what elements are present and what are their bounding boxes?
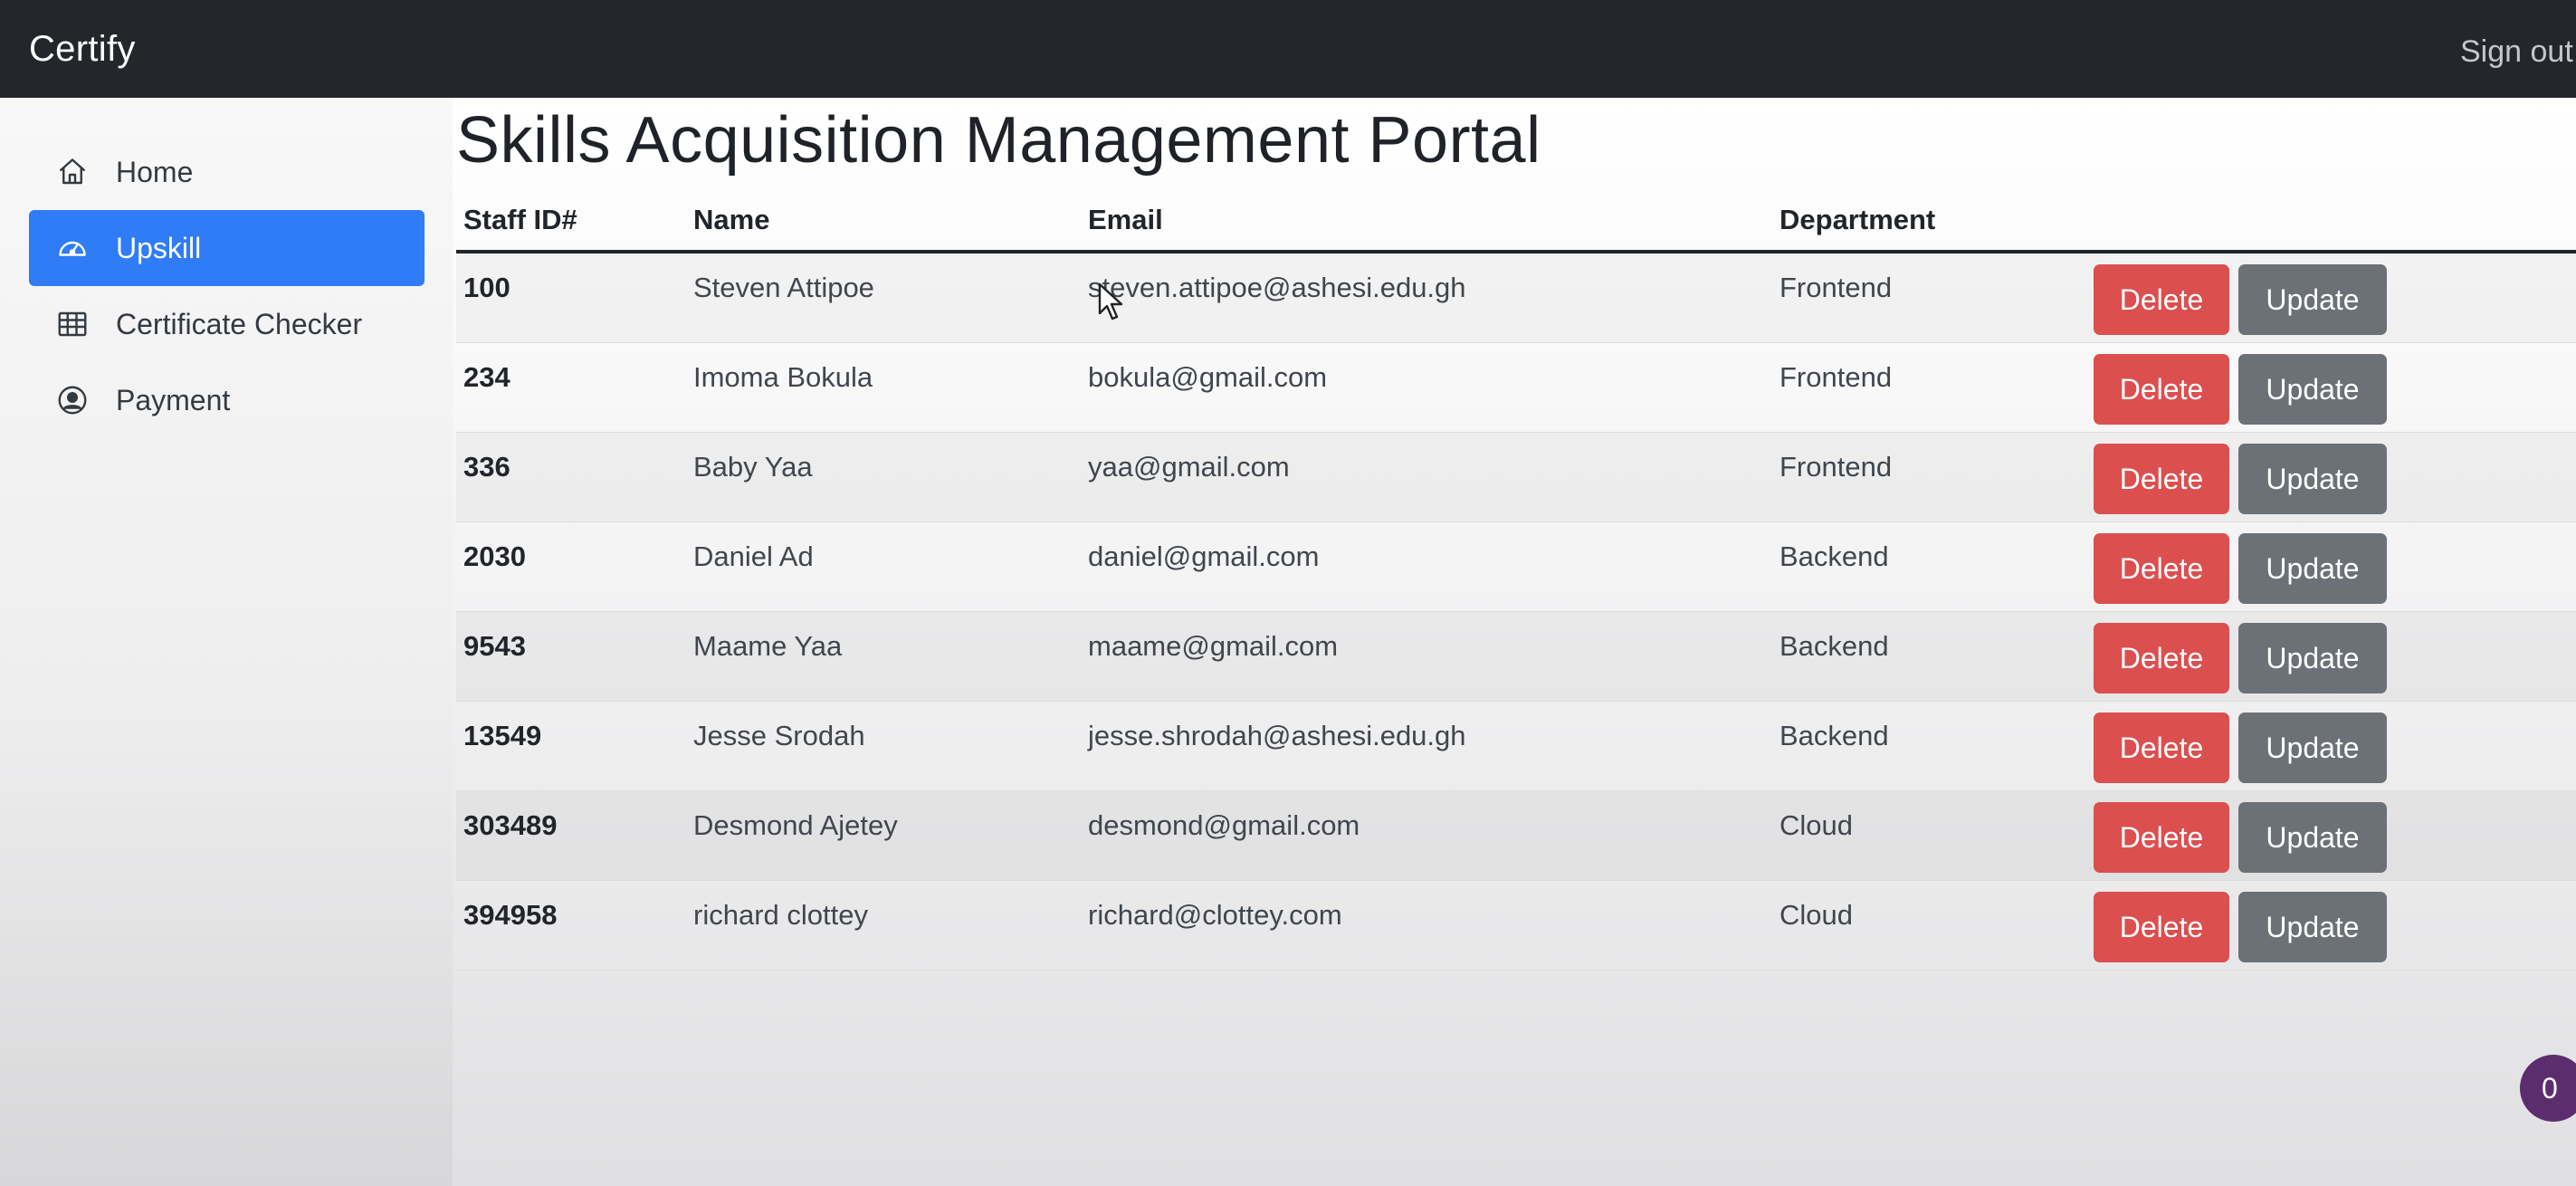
name-cell: Imoma Bokula [693,361,873,393]
department-cell: Frontend [1779,361,1893,393]
top-navbar: Certify Sign out [0,0,2576,98]
header-department: Department [1779,204,1936,235]
table-row: 394958 richard clottey richard@clottey.c… [456,881,2576,971]
name-cell: Baby Yaa [693,451,813,483]
sidebar-item-label: Certificate Checker [116,307,363,340]
sidebar-item-label: Upskill [116,231,202,264]
person-circle-icon [56,384,89,416]
table-row: 100 Steven Attipoe steven.attipoe@ashesi… [456,253,2576,343]
name-cell: Maame Yaa [693,630,843,662]
name-cell: Daniel Ad [693,540,814,572]
row-actions: Delete Update [2094,881,2564,962]
row-actions: Delete Update [2094,702,2564,783]
mouse-cursor-icon [1098,282,1123,320]
department-cell: Frontend [1779,451,1893,483]
staff-id-cell: 394958 [463,899,558,931]
speedometer-icon [56,232,89,264]
department-cell: Backend [1779,630,1889,662]
name-cell: Steven Attipoe [693,272,874,303]
table-row: 13549 Jesse Srodah jesse.shrodah@ashesi.… [456,702,2576,791]
update-button[interactable]: Update [2238,623,2387,693]
delete-button[interactable]: Delete [2094,444,2229,514]
table-row: 9543 Maame Yaa maame@gmail.com Backend D… [456,612,2576,702]
staff-table: Staff ID# Name Email Department 100 Stev… [456,190,2576,971]
sidebar-item-label: Payment [116,383,231,416]
staff-id-cell: 2030 [463,540,526,572]
delete-button[interactable]: Delete [2094,264,2229,335]
delete-button[interactable]: Delete [2094,354,2229,425]
sidebar: Home Upskill Certificate Checker Payment [0,98,453,1186]
email-cell: yaa@gmail.com [1088,451,1290,483]
sidebar-item-upskill[interactable]: Upskill [29,210,425,286]
main-content: Skills Acquisition Management Portal Sta… [453,98,2576,1186]
header-staff-id: Staff ID# [463,204,577,235]
email-cell: steven.attipoe@ashesi.edu.gh [1088,272,1466,303]
delete-button[interactable]: Delete [2094,533,2229,604]
sidebar-item-home[interactable]: Home [29,134,425,210]
table-header: Staff ID# Name Email Department [456,190,2576,253]
sidebar-item-certificate-checker[interactable]: Certificate Checker [29,286,425,362]
update-button[interactable]: Update [2238,354,2387,425]
staff-id-cell: 234 [463,361,510,393]
update-button[interactable]: Update [2238,892,2387,962]
row-actions: Delete Update [2094,612,2564,693]
table-row: 303489 Desmond Ajetey desmond@gmail.com … [456,791,2576,881]
email-cell: daniel@gmail.com [1088,540,1320,572]
table-row: 234 Imoma Bokula bokula@gmail.com Fronte… [456,343,2576,433]
header-name: Name [693,204,770,235]
email-cell: maame@gmail.com [1088,630,1339,662]
staff-id-cell: 336 [463,451,510,483]
header-email: Email [1088,204,1163,235]
row-actions: Delete Update [2094,433,2564,514]
department-cell: Cloud [1779,899,1853,931]
sidebar-item-payment[interactable]: Payment [29,362,425,438]
staff-id-cell: 100 [463,272,510,303]
staff-id-cell: 303489 [463,809,558,841]
delete-button[interactable]: Delete [2094,892,2229,962]
table-icon [56,308,89,340]
email-cell: jesse.shrodah@ashesi.edu.gh [1088,720,1466,751]
house-icon [56,156,89,188]
sidebar-nav: Home Upskill Certificate Checker Payment [29,134,425,438]
email-cell: desmond@gmail.com [1088,809,1360,841]
name-cell: Desmond Ajetey [693,809,898,841]
page-title: Skills Acquisition Management Portal [456,104,1541,177]
delete-button[interactable]: Delete [2094,713,2229,783]
delete-button[interactable]: Delete [2094,623,2229,693]
update-button[interactable]: Update [2238,533,2387,604]
department-cell: Backend [1779,540,1889,572]
department-cell: Cloud [1779,809,1853,841]
email-cell: bokula@gmail.com [1088,361,1328,393]
staff-id-cell: 9543 [463,630,526,662]
staff-id-cell: 13549 [463,720,542,751]
update-button[interactable]: Update [2238,264,2387,335]
row-actions: Delete Update [2094,343,2564,425]
department-cell: Frontend [1779,272,1893,303]
name-cell: Jesse Srodah [693,720,865,751]
sidebar-item-label: Home [116,155,194,188]
delete-button[interactable]: Delete [2094,802,2229,873]
sign-out-link[interactable]: Sign out [2460,34,2573,70]
name-cell: richard clottey [693,899,868,931]
table-row: 2030 Daniel Ad daniel@gmail.com Backend … [456,522,2576,612]
update-button[interactable]: Update [2238,713,2387,783]
email-cell: richard@clottey.com [1088,899,1342,931]
update-button[interactable]: Update [2238,802,2387,873]
row-actions: Delete Update [2094,522,2564,604]
row-actions: Delete Update [2094,253,2564,335]
department-cell: Backend [1779,720,1889,751]
brand-logo[interactable]: Certify [29,29,136,70]
row-actions: Delete Update [2094,791,2564,873]
table-row: 336 Baby Yaa yaa@gmail.com Frontend Dele… [456,433,2576,522]
update-button[interactable]: Update [2238,444,2387,514]
